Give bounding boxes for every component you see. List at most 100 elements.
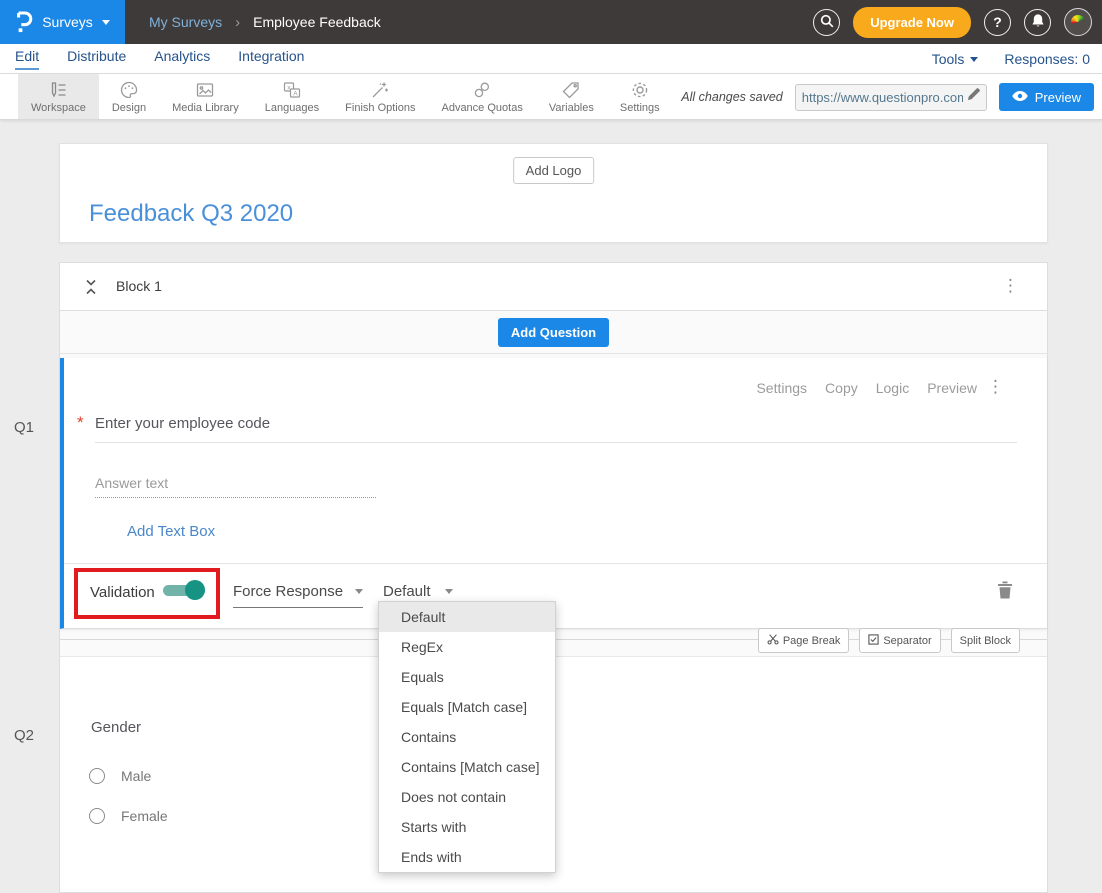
radio-button-male[interactable] <box>89 768 105 784</box>
help-button[interactable]: ? <box>984 9 1011 36</box>
product-switcher[interactable]: Surveys <box>0 0 125 44</box>
survey-header-card: Add Logo Feedback Q3 2020 <box>59 143 1048 243</box>
page-break-button[interactable]: Page Break <box>758 628 849 653</box>
toolbar-item-design[interactable]: Design <box>99 74 159 119</box>
toolbar-label: Languages <box>265 102 319 114</box>
dropdown-option[interactable]: RegEx <box>379 632 555 662</box>
dropdown-option[interactable]: Equals <box>379 662 555 692</box>
question-index-q2: Q2 <box>14 727 34 744</box>
section-tabs: Edit Distribute Analytics Integration To… <box>0 44 1102 74</box>
eye-icon <box>1012 90 1028 105</box>
answer-text-field-line[interactable] <box>95 497 376 498</box>
dropdown-option[interactable]: Default <box>379 602 555 632</box>
search-icon <box>820 14 834 31</box>
add-text-box-link[interactable]: Add Text Box <box>127 523 215 540</box>
question-1-card[interactable]: Settings Copy Logic Preview ⋮ * Enter yo… <box>60 358 1047 629</box>
radio-label[interactable]: Female <box>121 808 168 824</box>
survey-title[interactable]: Feedback Q3 2020 <box>89 200 293 228</box>
collapse-block-icon[interactable] <box>85 279 97 300</box>
dropdown-option[interactable]: Ends with <box>379 842 555 872</box>
chevron-down-icon <box>445 589 453 594</box>
page-break-label: Page Break <box>783 635 840 647</box>
validation-type-dropdown: Default RegEx Equals Equals [Match case]… <box>378 601 556 873</box>
separator-button[interactable]: Separator <box>859 628 940 653</box>
gauge-avatar-icon <box>1071 15 1085 29</box>
magic-wand-icon <box>370 80 390 100</box>
radio-label[interactable]: Male <box>121 768 151 784</box>
tag-icon <box>561 80 581 100</box>
svg-text:A: A <box>293 90 298 97</box>
block-header: Block 1 ⋮ <box>60 263 1047 311</box>
validation-label: Validation <box>90 584 155 601</box>
question-logic-link[interactable]: Logic <box>876 380 909 396</box>
top-bar: Surveys My Surveys › Employee Feedback U… <box>0 0 1102 44</box>
dropdown-option[interactable]: Contains [Match case] <box>379 752 555 782</box>
question-copy-link[interactable]: Copy <box>825 380 858 396</box>
bell-icon <box>1031 13 1045 31</box>
toolbar-item-workspace[interactable]: Workspace <box>18 74 99 119</box>
question-settings-link[interactable]: Settings <box>756 380 807 396</box>
block-menu-kebab-icon[interactable]: ⋮ <box>1002 277 1019 294</box>
toolbar-label: Advance Quotas <box>441 102 522 114</box>
notifications-button[interactable] <box>1024 9 1051 36</box>
checkbox-checked-icon <box>868 634 879 648</box>
chevron-down-icon <box>355 589 363 594</box>
toolbar-label: Finish Options <box>345 102 415 114</box>
tab-edit[interactable]: Edit <box>15 48 39 70</box>
scissors-icon <box>767 633 779 648</box>
preview-button[interactable]: Preview <box>999 83 1094 111</box>
validation-toggle[interactable] <box>163 580 205 600</box>
tab-integration[interactable]: Integration <box>238 48 304 70</box>
toolbar-item-advance-quotas[interactable]: Advance Quotas <box>428 74 535 119</box>
radio-button-female[interactable] <box>89 808 105 824</box>
breadcrumb-my-surveys[interactable]: My Surveys <box>149 14 222 30</box>
validation-type-value: Default <box>383 583 431 600</box>
answer-text-placeholder[interactable]: Answer text <box>95 475 168 491</box>
breadcrumb-current-survey: Employee Feedback <box>253 14 381 30</box>
toolbar-item-languages[interactable]: x A Languages <box>252 74 332 119</box>
force-response-select[interactable]: Force Response <box>233 583 363 608</box>
required-marker: * <box>77 413 84 433</box>
question-preview-link[interactable]: Preview <box>927 380 977 396</box>
chevron-down-icon <box>102 20 110 25</box>
question-text[interactable]: Gender <box>91 719 141 736</box>
upgrade-now-button[interactable]: Upgrade Now <box>853 7 971 38</box>
question-text[interactable]: Enter your employee code <box>95 415 270 432</box>
dropdown-option[interactable]: Equals [Match case] <box>379 692 555 722</box>
palette-icon <box>119 80 139 100</box>
toolbar-item-media-library[interactable]: Media Library <box>159 74 252 119</box>
add-question-button[interactable]: Add Question <box>498 318 609 347</box>
search-button[interactable] <box>813 9 840 36</box>
responses-count: Responses: 0 <box>1004 51 1090 67</box>
toolbar-item-finish-options[interactable]: Finish Options <box>332 74 428 119</box>
tab-distribute[interactable]: Distribute <box>67 48 126 70</box>
edit-url-pencil-icon[interactable] <box>967 88 980 106</box>
account-avatar[interactable] <box>1064 8 1092 36</box>
trash-icon <box>998 586 1012 603</box>
product-name: Surveys <box>42 14 93 30</box>
toolbar-item-variables[interactable]: Variables <box>536 74 607 119</box>
add-logo-button[interactable]: Add Logo <box>513 157 595 184</box>
toolbar-label: Variables <box>549 102 594 114</box>
block-footer-buttons: Page Break Separator Split Block <box>758 628 1020 653</box>
question-menu: Settings Copy Logic Preview <box>756 380 977 396</box>
breadcrumb-separator: › <box>235 14 240 31</box>
dropdown-option[interactable]: Starts with <box>379 812 555 842</box>
separator-label: Separator <box>883 635 931 647</box>
toolbar-item-settings[interactable]: Settings <box>607 74 673 119</box>
chain-links-icon <box>472 80 492 100</box>
survey-url-input[interactable] <box>802 90 963 105</box>
dropdown-option[interactable]: Does not contain <box>379 782 555 812</box>
question-text-underline <box>95 442 1017 443</box>
split-block-button[interactable]: Split Block <box>951 628 1020 653</box>
tools-menu[interactable]: Tools <box>932 51 979 67</box>
delete-question-button[interactable] <box>998 581 1012 604</box>
answer-option-row: Male <box>89 768 151 784</box>
split-block-label: Split Block <box>960 635 1011 647</box>
block-title[interactable]: Block 1 <box>116 278 162 294</box>
question-menu-kebab-icon[interactable]: ⋮ <box>987 378 1004 395</box>
dropdown-option[interactable]: Contains <box>379 722 555 752</box>
toolbar-label: Settings <box>620 102 660 114</box>
tab-analytics[interactable]: Analytics <box>154 48 210 70</box>
toolbar-label: Design <box>112 102 146 114</box>
